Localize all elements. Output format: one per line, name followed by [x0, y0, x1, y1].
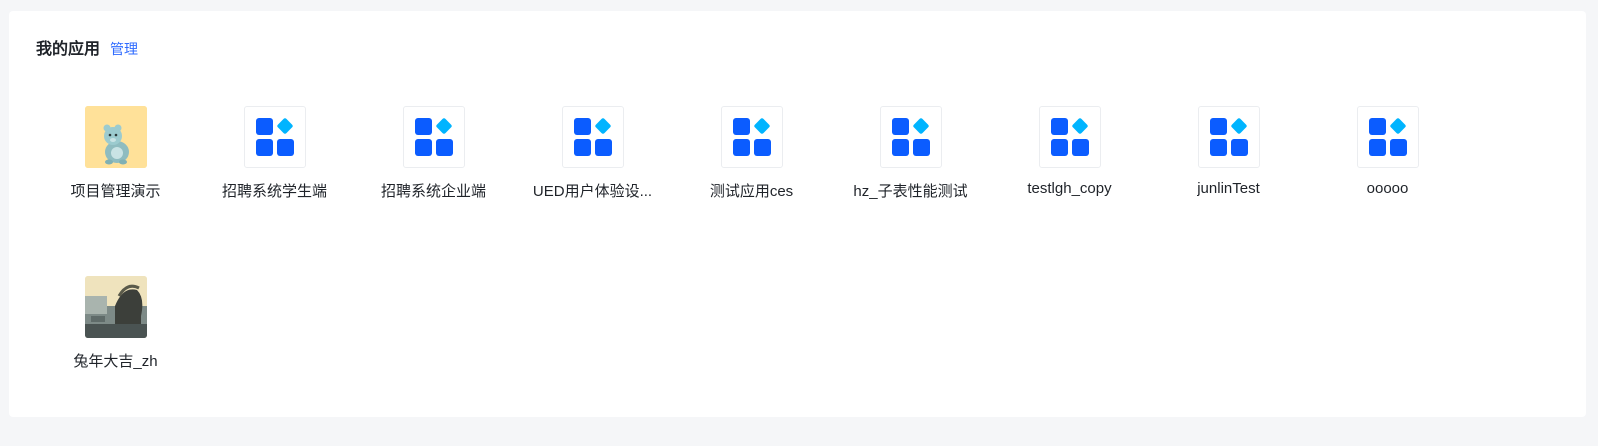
app-name: ooooo — [1366, 180, 1409, 197]
app-grid: 项目管理演示 招聘系统学生端 招聘系统企业端 UED用户体验设... 测试应用c… — [36, 106, 1596, 446]
app-grid-icon — [1197, 106, 1260, 168]
app-tile[interactable]: junlinTest — [1149, 106, 1308, 276]
app-name: 项目管理演示 — [70, 183, 161, 200]
app-name: UED用户体验设... — [532, 183, 653, 200]
app-name: testlgh_copy — [1027, 180, 1112, 197]
app-grid-icon — [561, 106, 624, 168]
app-tile[interactable]: 测试应用ces — [672, 106, 831, 276]
app-tile[interactable]: 招聘系统企业端 — [354, 106, 513, 276]
app-grid-icon — [402, 106, 465, 168]
app-grid-icon — [243, 106, 306, 168]
app-grid-icon — [879, 106, 942, 168]
app-name: junlinTest — [1197, 180, 1260, 197]
bear-photo-icon — [84, 106, 147, 168]
section-title: 我的应用 — [36, 41, 101, 58]
scene-photo-icon — [84, 276, 147, 338]
app-tile[interactable]: hz_子表性能测试 — [831, 106, 990, 276]
section-header: 我的应用 管理 — [36, 35, 138, 59]
app-grid-icon — [1356, 106, 1419, 168]
app-name: 招聘系统学生端 — [221, 183, 327, 200]
my-apps-card: 我的应用 管理 项目管理演示 招聘系统学生端 招聘系统企业端 UED用户体验设.… — [9, 11, 1586, 417]
app-tile[interactable]: UED用户体验设... — [513, 106, 672, 276]
app-tile[interactable]: 兔年大吉_zh — [36, 276, 195, 446]
app-tile[interactable]: 招聘系统学生端 — [195, 106, 354, 276]
app-tile[interactable]: ooooo — [1308, 106, 1467, 276]
app-grid-icon — [720, 106, 783, 168]
app-name: 测试应用ces — [709, 183, 794, 200]
app-tile[interactable]: 项目管理演示 — [36, 106, 195, 276]
app-name: hz_子表性能测试 — [853, 183, 968, 200]
app-tile[interactable]: testlgh_copy — [990, 106, 1149, 276]
manage-link[interactable]: 管理 — [110, 39, 138, 59]
app-name: 兔年大吉_zh — [73, 353, 158, 370]
app-grid-icon — [1038, 106, 1101, 168]
app-name: 招聘系统企业端 — [380, 183, 486, 200]
